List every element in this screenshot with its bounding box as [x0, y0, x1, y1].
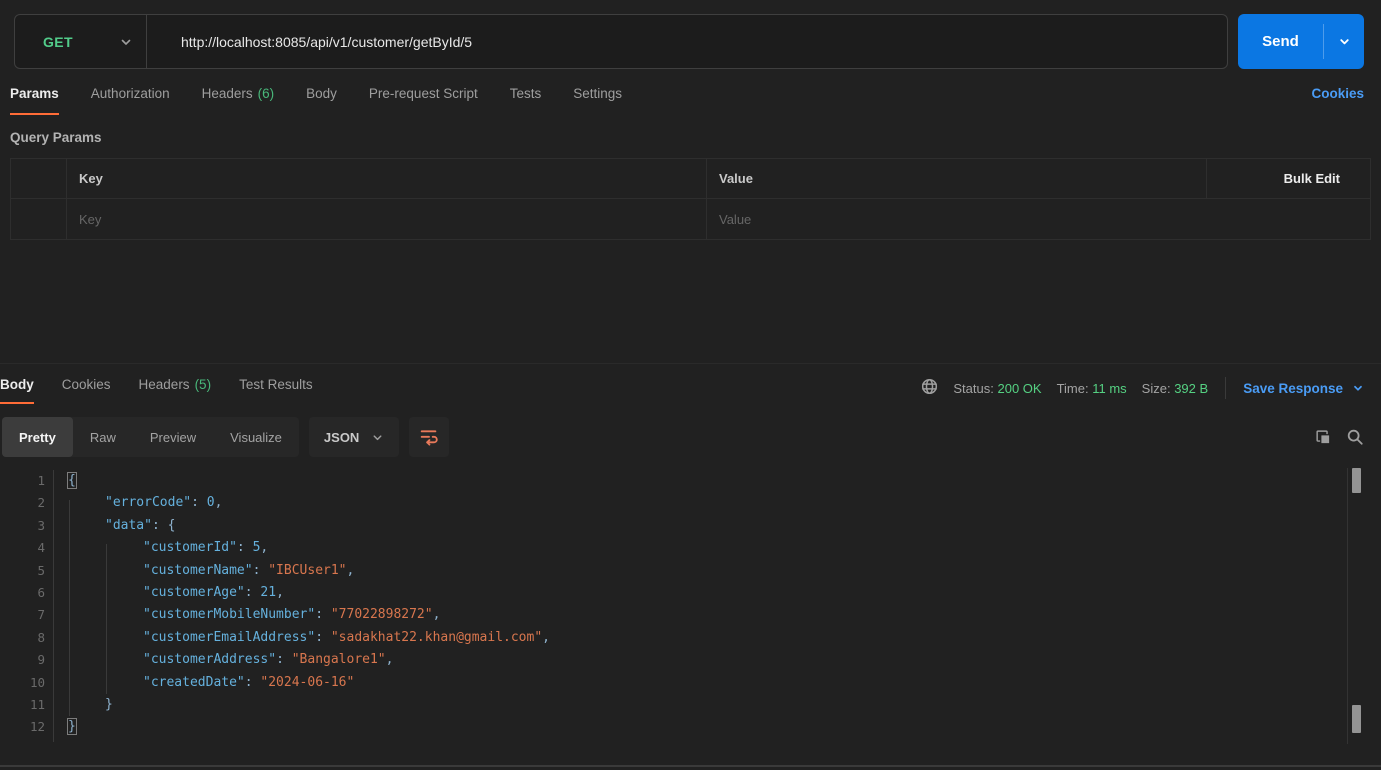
- response-tab-headers-label: Headers: [139, 377, 190, 392]
- request-tabs: Params Authorization Headers (6) Body Pre…: [10, 86, 1364, 115]
- format-dropdown[interactable]: JSON: [309, 417, 399, 457]
- response-tab-cookies[interactable]: Cookies: [62, 377, 111, 404]
- tab-settings[interactable]: Settings: [573, 86, 622, 115]
- response-code[interactable]: 1{2"errorCode": 0,3"data": {4"customerId…: [0, 470, 1347, 739]
- checkbox-column-header: [11, 159, 67, 198]
- cookies-link[interactable]: Cookies: [1311, 86, 1364, 101]
- tab-headers-label: Headers: [202, 86, 253, 101]
- tab-params-label: Params: [10, 86, 59, 101]
- response-tab-body-label: Body: [0, 377, 34, 392]
- tab-body-label: Body: [306, 86, 337, 101]
- method-dropdown[interactable]: GET: [15, 15, 146, 68]
- response-body-viewer: 1{2"errorCode": 0,3"data": {4"customerId…: [0, 462, 1381, 750]
- response-meta: Status: 200 OK Time: 11 ms Size: 392 B S…: [921, 377, 1364, 398]
- headers-count-badge: (6): [258, 86, 275, 101]
- code-line: 8"customerEmailAddress": "sadakhat22.kha…: [0, 627, 1347, 649]
- scrollbar-thumb-top[interactable]: [1352, 468, 1361, 493]
- tab-settings-label: Settings: [573, 86, 622, 101]
- scrollbar-thumb-bottom[interactable]: [1352, 705, 1361, 733]
- query-params-title: Query Params: [10, 130, 102, 145]
- postman-request-window: GET Send Params Authorization Headers (6)…: [0, 0, 1381, 770]
- url-input[interactable]: [147, 15, 1227, 68]
- response-tab-headers[interactable]: Headers (5): [139, 377, 212, 404]
- save-response-chevron-icon: [1352, 382, 1364, 394]
- bottom-divider: [0, 765, 1381, 767]
- view-pretty-button[interactable]: Pretty: [2, 417, 73, 457]
- send-button-label: Send: [1238, 14, 1323, 69]
- tab-body[interactable]: Body: [306, 86, 337, 115]
- code-line: 7"customerMobileNumber": "77022898272",: [0, 604, 1347, 626]
- method-label: GET: [43, 34, 73, 50]
- query-params-input-row: [11, 199, 1370, 239]
- response-action-icons: [1314, 428, 1364, 446]
- response-tab-cookies-label: Cookies: [62, 377, 111, 392]
- code-line: 5"customerName": "IBCUser1",: [0, 560, 1347, 582]
- save-response-label: Save Response: [1243, 381, 1343, 396]
- code-line: 2"errorCode": 0,: [0, 492, 1347, 514]
- format-label: JSON: [324, 430, 359, 445]
- request-url-row: GET Send: [14, 14, 1364, 69]
- code-line: 1{: [0, 470, 1347, 492]
- search-icon[interactable]: [1346, 428, 1364, 446]
- response-tab-test-results[interactable]: Test Results: [239, 377, 313, 404]
- chevron-down-icon: [119, 35, 133, 49]
- tab-tests[interactable]: Tests: [510, 86, 542, 115]
- code-line: 4"customerId": 5,: [0, 537, 1347, 559]
- tab-pre-request-script-label: Pre-request Script: [369, 86, 478, 101]
- response-tab-body[interactable]: Body: [0, 377, 34, 404]
- code-line: 3"data": {: [0, 515, 1347, 537]
- wrap-text-button[interactable]: [409, 417, 449, 457]
- value-column-header: Value: [707, 171, 753, 186]
- query-params-header-row: Key Value Bulk Edit: [11, 159, 1370, 199]
- response-headers-count-badge: (5): [195, 377, 212, 392]
- format-chevron-icon: [371, 431, 384, 444]
- time-badge: Time: 11 ms: [1057, 381, 1127, 396]
- response-header: Body Cookies Headers (5) Test Results Sta…: [0, 377, 1364, 404]
- view-preview-button[interactable]: Preview: [133, 417, 213, 457]
- response-section-divider: [0, 363, 1381, 364]
- status-badge: Status: 200 OK: [953, 381, 1041, 396]
- key-column-header: Key: [67, 171, 103, 186]
- size-badge: Size: 392 B: [1142, 381, 1209, 396]
- tab-authorization[interactable]: Authorization: [91, 86, 170, 115]
- response-tab-test-results-label: Test Results: [239, 377, 313, 392]
- code-line: 11}: [0, 694, 1347, 716]
- tab-tests-label: Tests: [510, 86, 542, 101]
- scrollbar-track-border: [1347, 468, 1348, 744]
- tab-headers[interactable]: Headers (6): [202, 86, 275, 115]
- view-raw-button[interactable]: Raw: [73, 417, 133, 457]
- wrap-text-icon: [418, 424, 440, 451]
- query-params-table: Key Value Bulk Edit: [10, 158, 1371, 240]
- code-line: 9"customerAddress": "Bangalore1",: [0, 649, 1347, 671]
- meta-divider: [1225, 377, 1226, 399]
- bulk-edit-button[interactable]: Bulk Edit: [1284, 171, 1370, 186]
- checkbox-cell: [11, 199, 67, 239]
- code-line: 6"customerAge": 21,: [0, 582, 1347, 604]
- send-button[interactable]: Send: [1238, 14, 1364, 69]
- param-key-input[interactable]: [67, 212, 706, 227]
- save-response-button[interactable]: Save Response: [1243, 381, 1364, 396]
- code-line: 12}: [0, 716, 1347, 738]
- send-options-chevron-icon[interactable]: [1324, 14, 1364, 69]
- response-toolbar: Pretty Raw Preview Visualize JSON: [2, 417, 1364, 457]
- tab-pre-request-script[interactable]: Pre-request Script: [369, 86, 478, 115]
- globe-icon: [921, 378, 938, 398]
- url-bar: GET: [14, 14, 1228, 69]
- param-value-input[interactable]: [707, 212, 1370, 227]
- code-line: 10"createdDate": "2024-06-16": [0, 672, 1347, 694]
- copy-icon[interactable]: [1314, 428, 1332, 446]
- view-visualize-button[interactable]: Visualize: [213, 417, 299, 457]
- response-tabs: Body Cookies Headers (5) Test Results: [0, 377, 313, 404]
- tab-authorization-label: Authorization: [91, 86, 170, 101]
- tab-params[interactable]: Params: [10, 86, 59, 115]
- response-view-switcher: Pretty Raw Preview Visualize: [2, 417, 299, 457]
